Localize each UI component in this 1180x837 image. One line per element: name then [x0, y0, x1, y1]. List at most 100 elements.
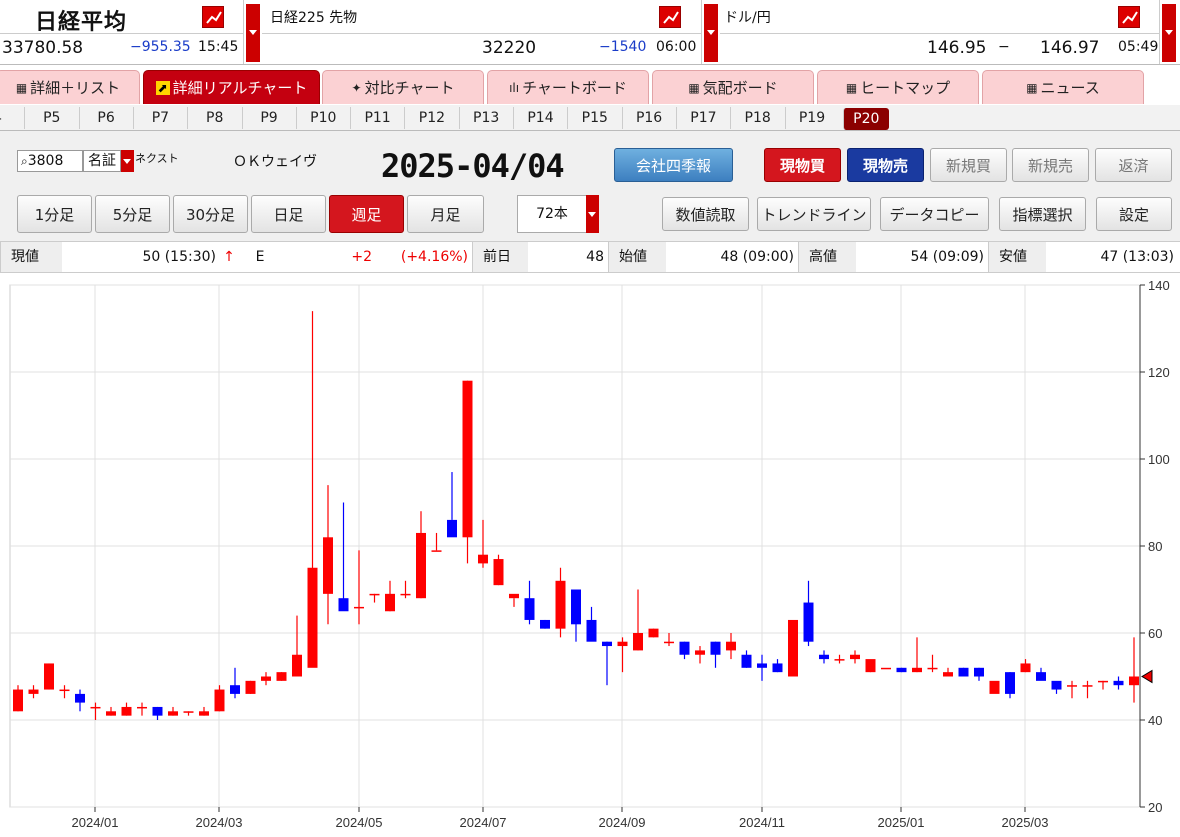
read-values-button[interactable]: 数値読取: [662, 197, 749, 231]
period-30min-button[interactable]: 30分足: [173, 195, 248, 233]
chart-icon[interactable]: [202, 6, 224, 28]
ticker-nikkei: 日経平均 33780.58 −955.35 15:45: [0, 0, 244, 64]
period-1min-button[interactable]: 1分足: [17, 195, 92, 233]
ticker-time: 15:45: [198, 39, 239, 55]
candle-body: [369, 593, 380, 596]
tab-quote-board[interactable]: ▦ 気配ボード: [652, 70, 814, 104]
tab-label: 気配ボード: [702, 79, 778, 97]
page-tab-p19[interactable]: P19: [784, 107, 839, 129]
trendline-button[interactable]: トレンドライン: [757, 197, 871, 231]
cash-buy-button[interactable]: 現物買: [764, 148, 841, 182]
page-tab-p16[interactable]: P16: [621, 107, 676, 129]
candle-body: [896, 667, 907, 673]
tab-compare-chart[interactable]: ✦ 対比チャート: [322, 70, 484, 104]
page-tab-p10[interactable]: P10: [295, 107, 350, 129]
x-tick-label: 2025/03: [1002, 815, 1049, 830]
data-copy-button[interactable]: データコピー: [880, 197, 989, 231]
x-tick-label: 2024/09: [599, 815, 646, 830]
period-weekly-button[interactable]: 週足: [329, 195, 404, 233]
page-tab-p6[interactable]: P6: [78, 107, 133, 129]
tab-heatmap[interactable]: ▦ ヒートマップ: [817, 70, 979, 104]
page-tab-p15[interactable]: P15: [567, 107, 621, 129]
bar-count-select[interactable]: 72本: [517, 195, 587, 233]
open-value: 48 (09:00): [720, 249, 794, 265]
ticker-dropdown[interactable]: [704, 4, 718, 62]
x-tick-label: 2024/07: [460, 815, 507, 830]
indicator-select-button[interactable]: 指標選択: [999, 197, 1086, 231]
bar-chart-icon: ılı: [509, 80, 520, 95]
candle-body: [927, 667, 938, 670]
candle-body: [943, 672, 953, 677]
ticker-dropdown[interactable]: [1162, 4, 1176, 62]
repay-button[interactable]: 返済: [1095, 148, 1172, 182]
page-tab-p18[interactable]: P18: [730, 107, 784, 129]
x-tick-label: 2024/01: [72, 815, 119, 830]
candle-body: [462, 380, 473, 538]
settings-button[interactable]: 設定: [1096, 197, 1172, 231]
tab-detail-real-chart[interactable]: ⬈ 詳細リアルチャート: [143, 70, 320, 104]
table-icon: ▦: [15, 80, 28, 95]
period-monthly-button[interactable]: 月足: [407, 195, 484, 233]
period-daily-button[interactable]: 日足: [251, 195, 326, 233]
candle-body: [958, 667, 969, 677]
candle-body: [214, 689, 225, 712]
page-tab-p17[interactable]: P17: [675, 107, 730, 129]
y-tick-label: 20: [1148, 800, 1162, 815]
candle-body: [323, 537, 333, 594]
last-price-marker: [1141, 669, 1153, 684]
ticker-bid: 146.95: [927, 38, 987, 58]
tab-label: 詳細リアルチャート: [172, 79, 308, 97]
x-tick-label: 2024/05: [336, 815, 383, 830]
tab-news[interactable]: ▦ ニュース: [982, 70, 1144, 104]
chevron-down-icon[interactable]: [121, 150, 134, 172]
grid-icon: ▦: [845, 80, 858, 95]
margin-buy-button[interactable]: 新規買: [930, 148, 1007, 182]
page-tab-p8[interactable]: P8: [187, 107, 241, 129]
tab-detail-list[interactable]: ▦ 詳細＋リスト: [0, 70, 140, 104]
page-tab-p14[interactable]: P14: [513, 107, 567, 129]
candle-body: [803, 602, 814, 642]
candle-body: [13, 689, 23, 712]
page-tab-4[interactable]: 4: [0, 107, 24, 129]
open-label: 始値: [608, 242, 666, 272]
chart-icon[interactable]: [1118, 6, 1140, 28]
prev-close-label: 前日: [472, 242, 528, 272]
period-5min-button[interactable]: 5分足: [95, 195, 170, 233]
tab-label: ヒートマップ: [860, 79, 951, 97]
page-tab-p9[interactable]: P9: [241, 107, 296, 129]
chevron-down-icon[interactable]: [586, 195, 599, 233]
page-tab-p13[interactable]: P13: [458, 107, 513, 129]
page-tab-p11[interactable]: P11: [350, 107, 404, 129]
margin-sell-button[interactable]: 新規売: [1012, 148, 1089, 182]
candle-body: [679, 641, 690, 655]
candle-body: [617, 641, 628, 647]
tab-label: 詳細＋リスト: [30, 79, 121, 97]
candlestick-chart[interactable]: 20 40 60 80 100 120 140 2024/01 2024/03 2024/05 20…: [0, 277, 1180, 837]
candle-body: [772, 663, 783, 673]
page-tab-p12[interactable]: P12: [404, 107, 458, 129]
candle-body: [292, 654, 302, 677]
ticker-change: −1540: [599, 39, 647, 55]
company-name: ＯＫウェイヴ: [233, 154, 317, 170]
x-tick-label: 2025/01: [878, 815, 925, 830]
cash-sell-button[interactable]: 現物売: [847, 148, 924, 182]
candle-body: [1098, 680, 1108, 683]
tab-chart-board[interactable]: ılı チャートボード: [487, 70, 649, 104]
ticker-dropdown[interactable]: [246, 4, 260, 62]
market-select[interactable]: 名証: [83, 150, 121, 172]
candle-body: [664, 641, 674, 644]
candle-body: [385, 593, 395, 612]
divider: [0, 64, 1180, 65]
candle-body: [1113, 680, 1124, 686]
chart-icon[interactable]: [659, 6, 681, 28]
page-tab-p20[interactable]: P20: [842, 108, 889, 130]
candle-body: [478, 554, 488, 564]
page-tab-p7[interactable]: P7: [132, 107, 187, 129]
low-label: 安値: [988, 242, 1046, 272]
candle-body: [28, 689, 39, 694]
app-window: 日経平均 33780.58 −955.35 15:45 日経225 先物 322…: [0, 0, 1180, 837]
quote-bar: 現値 50 (15:30) ↑ E +2 (+4.16%) 前日 48 始値 4…: [0, 241, 1180, 273]
page-tab-p5[interactable]: P5: [24, 107, 78, 129]
quarterly-report-button[interactable]: 会社四季報: [614, 148, 733, 182]
stock-code-input[interactable]: ⌕3808: [17, 150, 83, 172]
